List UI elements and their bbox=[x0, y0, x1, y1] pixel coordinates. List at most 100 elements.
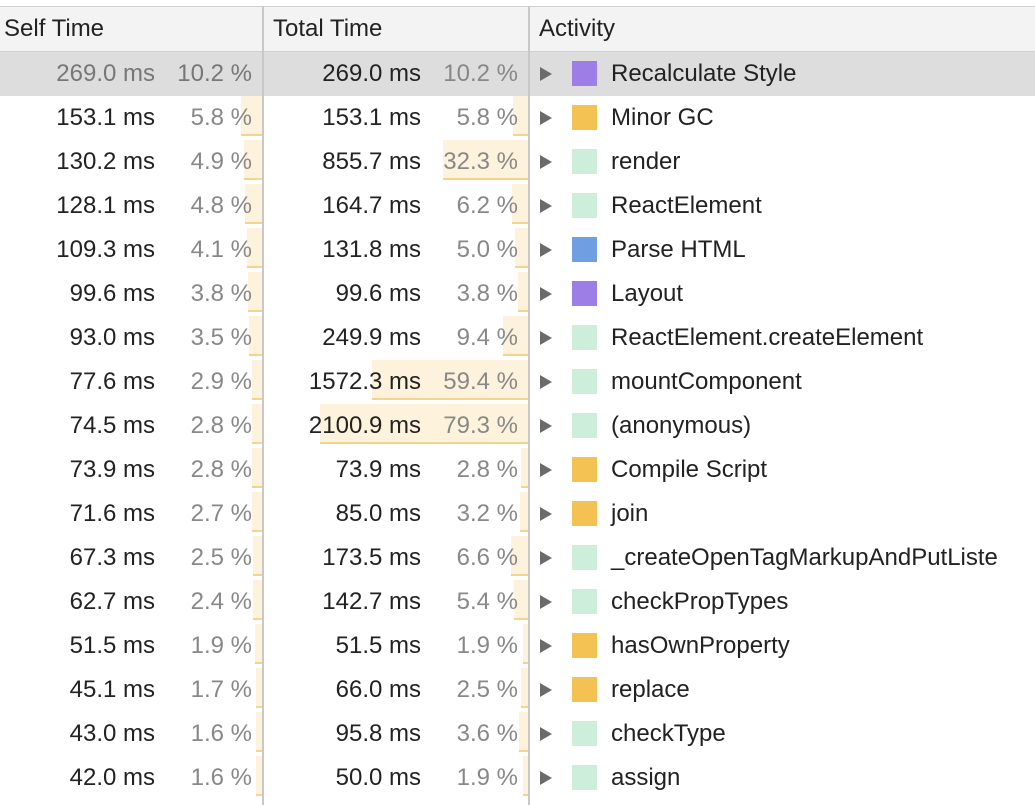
table-row[interactable]: 269.0 ms 10.2 % 269.0 ms 10.2 % Recalculate … bbox=[0, 52, 1035, 96]
activity-cell: mountComponent bbox=[530, 360, 1035, 404]
total-time-cell: 66.0 ms 2.5 % bbox=[264, 668, 528, 712]
self-time-bar bbox=[252, 360, 262, 400]
activity-cell: checkPropTypes bbox=[530, 580, 1035, 624]
table-row[interactable]: 71.6 ms 2.7 % 85.0 ms 3.2 % join bbox=[0, 492, 1035, 536]
total-time-cell: 85.0 ms 3.2 % bbox=[264, 492, 528, 536]
total-time-percent: 2.8 % bbox=[456, 456, 518, 483]
self-time-bar bbox=[252, 404, 262, 444]
category-color-swatch bbox=[572, 721, 597, 746]
total-time-ms: 50.0 ms bbox=[335, 764, 421, 791]
expand-triangle-icon[interactable] bbox=[540, 639, 552, 653]
total-time-ms: 249.9 ms bbox=[322, 324, 421, 351]
table-row[interactable]: 128.1 ms 4.8 % 164.7 ms 6.2 % ReactElement bbox=[0, 184, 1035, 228]
category-color-swatch bbox=[572, 589, 597, 614]
column-divider[interactable] bbox=[262, 6, 264, 805]
activity-cell: Layout bbox=[530, 272, 1035, 316]
table-row[interactable]: 77.6 ms 2.9 % 1572.3 ms 59.4 % mountComponen… bbox=[0, 360, 1035, 404]
total-time-cell: 142.7 ms 5.4 % bbox=[264, 580, 528, 624]
table-row[interactable]: 153.1 ms 5.8 % 153.1 ms 5.8 % Minor GC bbox=[0, 96, 1035, 140]
total-time-percent: 3.8 % bbox=[456, 280, 518, 307]
table-row[interactable]: 67.3 ms 2.5 % 173.5 ms 6.6 % _createOpenTagM… bbox=[0, 536, 1035, 580]
table-row[interactable]: 109.3 ms 4.1 % 131.8 ms 5.0 % Parse HTML bbox=[0, 228, 1035, 272]
self-time-percent: 2.4 % bbox=[190, 588, 252, 615]
total-time-cell: 73.9 ms 2.8 % bbox=[264, 448, 528, 492]
activity-name: assign bbox=[611, 764, 681, 791]
expand-triangle-icon[interactable] bbox=[540, 727, 552, 741]
table-row[interactable]: 73.9 ms 2.8 % 73.9 ms 2.8 % Compile Script bbox=[0, 448, 1035, 492]
expand-triangle-icon[interactable] bbox=[540, 199, 552, 213]
total-time-cell: 131.8 ms 5.0 % bbox=[264, 228, 528, 272]
self-time-ms: 42.0 ms bbox=[69, 764, 155, 791]
total-time-cell: 1572.3 ms 59.4 % bbox=[264, 360, 528, 404]
activity-cell: Minor GC bbox=[530, 96, 1035, 140]
self-time-ms: 153.1 ms bbox=[56, 104, 155, 131]
expand-triangle-icon[interactable] bbox=[540, 155, 552, 169]
activity-name: checkPropTypes bbox=[611, 588, 789, 615]
self-time-ms: 71.6 ms bbox=[69, 500, 155, 527]
expand-triangle-icon[interactable] bbox=[540, 551, 552, 565]
total-time-ms: 51.5 ms bbox=[335, 632, 421, 659]
self-time-bar bbox=[253, 536, 262, 576]
table-row[interactable]: 62.7 ms 2.4 % 142.7 ms 5.4 % checkPropTypes bbox=[0, 580, 1035, 624]
total-time-percent: 6.2 % bbox=[456, 192, 518, 219]
self-time-ms: 62.7 ms bbox=[69, 588, 155, 615]
column-header: Self Time Total Time Activity bbox=[0, 6, 1035, 52]
expand-triangle-icon[interactable] bbox=[540, 243, 552, 257]
self-time-ms: 73.9 ms bbox=[69, 456, 155, 483]
total-time-percent: 3.2 % bbox=[456, 500, 518, 527]
table-row[interactable]: 74.5 ms 2.8 % 2100.9 ms 79.3 % (anonymous) bbox=[0, 404, 1035, 448]
total-time-ms: 131.8 ms bbox=[322, 236, 421, 263]
category-color-swatch bbox=[572, 765, 597, 790]
self-time-percent: 1.9 % bbox=[190, 632, 252, 659]
column-header-total-time[interactable]: Total Time bbox=[264, 7, 529, 51]
category-color-swatch bbox=[572, 281, 597, 306]
self-time-cell: 128.1 ms 4.8 % bbox=[0, 184, 262, 228]
self-time-percent: 1.7 % bbox=[190, 676, 252, 703]
self-time-percent: 2.9 % bbox=[190, 368, 252, 395]
expand-triangle-icon[interactable] bbox=[540, 463, 552, 477]
total-time-ms: 85.0 ms bbox=[335, 500, 421, 527]
self-time-percent: 1.6 % bbox=[190, 720, 252, 747]
expand-triangle-icon[interactable] bbox=[540, 67, 552, 81]
self-time-percent: 1.6 % bbox=[190, 764, 252, 791]
activity-name: mountComponent bbox=[611, 368, 802, 395]
total-time-bar bbox=[521, 448, 528, 488]
table-row[interactable]: 45.1 ms 1.7 % 66.0 ms 2.5 % replace bbox=[0, 668, 1035, 712]
expand-triangle-icon[interactable] bbox=[540, 331, 552, 345]
column-header-self-time[interactable]: Self Time bbox=[0, 7, 263, 51]
expand-triangle-icon[interactable] bbox=[540, 111, 552, 125]
self-time-ms: 99.6 ms bbox=[69, 280, 155, 307]
self-time-percent: 10.2 % bbox=[177, 60, 252, 87]
self-time-cell: 77.6 ms 2.9 % bbox=[0, 360, 262, 404]
column-divider[interactable] bbox=[528, 6, 530, 805]
self-time-cell: 74.5 ms 2.8 % bbox=[0, 404, 262, 448]
expand-triangle-icon[interactable] bbox=[540, 771, 552, 785]
expand-triangle-icon[interactable] bbox=[540, 375, 552, 389]
total-time-cell: 51.5 ms 1.9 % bbox=[264, 624, 528, 668]
expand-triangle-icon[interactable] bbox=[540, 683, 552, 697]
table-row[interactable]: 130.2 ms 4.9 % 855.7 ms 32.3 % render bbox=[0, 140, 1035, 184]
table-row[interactable]: 43.0 ms 1.6 % 95.8 ms 3.6 % checkType bbox=[0, 712, 1035, 756]
total-time-ms: 99.6 ms bbox=[335, 280, 421, 307]
category-color-swatch bbox=[572, 501, 597, 526]
self-time-cell: 45.1 ms 1.7 % bbox=[0, 668, 262, 712]
self-time-cell: 43.0 ms 1.6 % bbox=[0, 712, 262, 756]
total-time-percent: 5.4 % bbox=[456, 588, 518, 615]
table-row[interactable]: 99.6 ms 3.8 % 99.6 ms 3.8 % Layout bbox=[0, 272, 1035, 316]
category-color-swatch bbox=[572, 61, 597, 86]
table-row[interactable]: 51.5 ms 1.9 % 51.5 ms 1.9 % hasOwnProperty bbox=[0, 624, 1035, 668]
self-time-ms: 93.0 ms bbox=[69, 324, 155, 351]
expand-triangle-icon[interactable] bbox=[540, 595, 552, 609]
total-time-percent: 1.9 % bbox=[456, 632, 518, 659]
table-row[interactable]: 93.0 ms 3.5 % 249.9 ms 9.4 % ReactElement.cr… bbox=[0, 316, 1035, 360]
self-time-cell: 51.5 ms 1.9 % bbox=[0, 624, 262, 668]
self-time-percent: 2.8 % bbox=[190, 456, 252, 483]
total-time-percent: 1.9 % bbox=[456, 764, 518, 791]
table-row[interactable]: 42.0 ms 1.6 % 50.0 ms 1.9 % assign bbox=[0, 756, 1035, 800]
expand-triangle-icon[interactable] bbox=[540, 507, 552, 521]
expand-triangle-icon[interactable] bbox=[540, 419, 552, 433]
column-header-activity[interactable]: Activity bbox=[530, 7, 1035, 51]
activity-cell: (anonymous) bbox=[530, 404, 1035, 448]
self-time-percent: 2.7 % bbox=[190, 500, 252, 527]
expand-triangle-icon[interactable] bbox=[540, 287, 552, 301]
